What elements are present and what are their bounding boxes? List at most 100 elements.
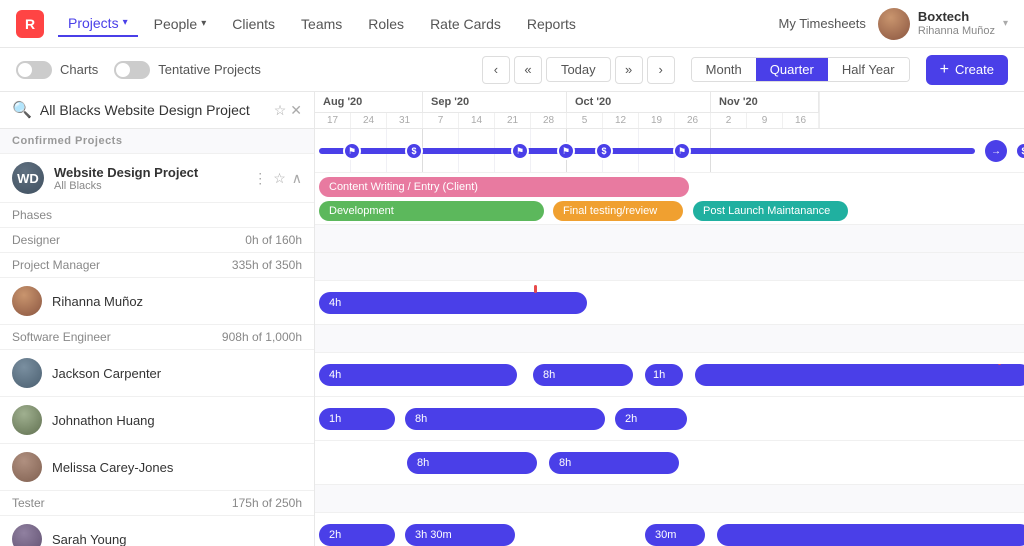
nav-roles[interactable]: Roles <box>358 12 414 36</box>
phases-row: Content Writing / Entry (Client) Develop… <box>315 173 1024 225</box>
gantt-day: 28 <box>531 113 567 128</box>
sarah-bar4 <box>717 524 1024 546</box>
project-name: Website Design Project <box>54 165 243 180</box>
my-timesheets-link[interactable]: My Timesheets <box>778 16 865 31</box>
clear-search-button[interactable]: ✕ <box>290 102 302 119</box>
melissa-bar1: 8h <box>407 452 537 474</box>
se-role-row: Software Engineer 908h of 1,000h <box>0 325 314 350</box>
melissa-bar2: 8h <box>549 452 679 474</box>
gantt-header: Aug '20 17 24 31 Sep '20 7 14 21 28 <box>315 92 1024 129</box>
people-chevron-icon: ▾ <box>201 18 206 29</box>
gantt-month-nov: Nov '20 2 9 16 <box>711 92 819 128</box>
projects-chevron-icon: ▾ <box>123 17 128 28</box>
phase-bar-launch: Post Launch Maintanance <box>693 201 848 221</box>
tentative-toggle-wrap: Tentative Projects <box>114 61 261 79</box>
milestone: ⚑ <box>557 142 575 160</box>
project-collapse-button[interactable]: ∧ <box>292 170 302 187</box>
pm-hours: 335h of 350h <box>232 258 302 272</box>
search-bar: 🔍 ☆ ✕ <box>0 92 314 129</box>
nav-projects[interactable]: Projects ▾ <box>58 11 138 37</box>
toolbar: Charts Tentative Projects ‹ « Today » › … <box>0 48 1024 92</box>
tester-gantt-row <box>315 485 1024 513</box>
phase-bar-content: Content Writing / Entry (Client) <box>319 177 689 197</box>
nav-teams[interactable]: Teams <box>291 12 352 36</box>
gantt-day: 31 <box>387 113 423 128</box>
avatar <box>12 286 42 316</box>
search-input[interactable] <box>40 102 266 118</box>
user-name: Rihanna Muñoz <box>918 25 995 38</box>
person-name: Melissa Carey-Jones <box>52 460 302 475</box>
charts-toggle-wrap: Charts <box>16 61 98 79</box>
search-icon: 🔍 <box>12 100 32 120</box>
gantt-month-oct: Oct '20 5 12 19 26 <box>567 92 711 128</box>
project-avatar: WD <box>12 162 44 194</box>
list-item: Melissa Carey-Jones <box>0 444 314 491</box>
left-panel: 🔍 ☆ ✕ Confirmed Projects WD Website Desi… <box>0 92 315 546</box>
next-next-button[interactable]: » <box>615 56 643 84</box>
person-name: Rihanna Muñoz <box>52 294 302 309</box>
se-hours: 908h of 1,000h <box>222 330 302 344</box>
jackson-bar2: 8h <box>533 364 633 386</box>
person-name: Jackson Carpenter <box>52 366 302 381</box>
prev-button[interactable]: ‹ <box>482 56 510 84</box>
johnathon-gantt-row: 1h 8h 2h <box>315 397 1024 441</box>
confirmed-projects-label: Confirmed Projects <box>0 129 314 154</box>
oct-label: Oct '20 <box>567 92 710 113</box>
gantt-day: 21 <box>495 113 531 128</box>
se-label: Software Engineer <box>12 330 222 344</box>
project-row: WD Website Design Project All Blacks ⋮ ☆… <box>0 154 314 203</box>
tentative-label: Tentative Projects <box>158 62 261 77</box>
milestone: ⚑ <box>673 142 691 160</box>
phase-bar-dev: Development <box>319 201 544 221</box>
quarter-period-button[interactable]: Quarter <box>756 58 828 81</box>
user-menu[interactable]: Boxtech Rihanna Muñoz ▾ <box>878 8 1008 40</box>
gantt-day: 7 <box>423 113 459 128</box>
avatar <box>12 358 42 388</box>
gantt-day: 24 <box>351 113 387 128</box>
designer-hours: 0h of 160h <box>245 233 302 247</box>
gantt-day: 9 <box>747 113 783 128</box>
designer-gantt-row <box>315 225 1024 253</box>
month-period-button[interactable]: Month <box>692 58 756 81</box>
today-button[interactable]: Today <box>546 57 611 82</box>
date-nav-arrows: ‹ « Today » › <box>482 56 675 84</box>
tentative-toggle[interactable] <box>114 61 150 79</box>
next-button[interactable]: › <box>647 56 675 84</box>
app-logo: R <box>16 10 44 38</box>
person-name: Johnathon Huang <box>52 413 302 428</box>
plus-icon: + <box>940 61 949 79</box>
gantt-day: 12 <box>603 113 639 128</box>
period-buttons: Month Quarter Half Year <box>691 57 910 82</box>
nav-ratecards[interactable]: Rate Cards <box>420 12 511 36</box>
gantt-day: 19 <box>639 113 675 128</box>
gantt-area[interactable]: Aug '20 17 24 31 Sep '20 7 14 21 28 <box>315 92 1024 546</box>
milestone: ⚑ <box>511 142 529 160</box>
melissa-gantt-row: 8h 8h <box>315 441 1024 485</box>
charts-toggle-knob <box>18 63 32 77</box>
star-button[interactable]: ☆ <box>274 102 287 119</box>
top-nav: R Projects ▾ People ▾ Clients Teams Role… <box>0 0 1024 48</box>
list-item: Jackson Carpenter <box>0 350 314 397</box>
nav-clients[interactable]: Clients <box>222 12 285 36</box>
project-menu-button[interactable]: ⋮ <box>253 170 267 187</box>
gantt-day: 26 <box>675 113 711 128</box>
charts-toggle[interactable] <box>16 61 52 79</box>
pm-gantt-row <box>315 253 1024 281</box>
rihanna-bar: 4h <box>319 292 587 314</box>
jackson-bar1: 4h <box>319 364 517 386</box>
milestone: ⚑ <box>343 142 361 160</box>
project-client: All Blacks <box>54 180 243 192</box>
charts-label: Charts <box>60 62 98 77</box>
phases-label-row: Phases <box>0 203 314 228</box>
nav-people[interactable]: People ▾ <box>144 12 217 36</box>
create-button[interactable]: + Create <box>926 55 1008 85</box>
pm-role-row: Project Manager 335h of 350h <box>0 253 314 278</box>
pm-label: Project Manager <box>12 258 232 272</box>
end-marker: → <box>985 140 1007 162</box>
designer-label: Designer <box>12 233 245 247</box>
project-star-button[interactable]: ☆ <box>273 170 286 187</box>
halfyear-period-button[interactable]: Half Year <box>828 58 909 81</box>
prev-prev-button[interactable]: « <box>514 56 542 84</box>
nav-reports[interactable]: Reports <box>517 12 586 36</box>
list-item: Rihanna Muñoz <box>0 278 314 325</box>
